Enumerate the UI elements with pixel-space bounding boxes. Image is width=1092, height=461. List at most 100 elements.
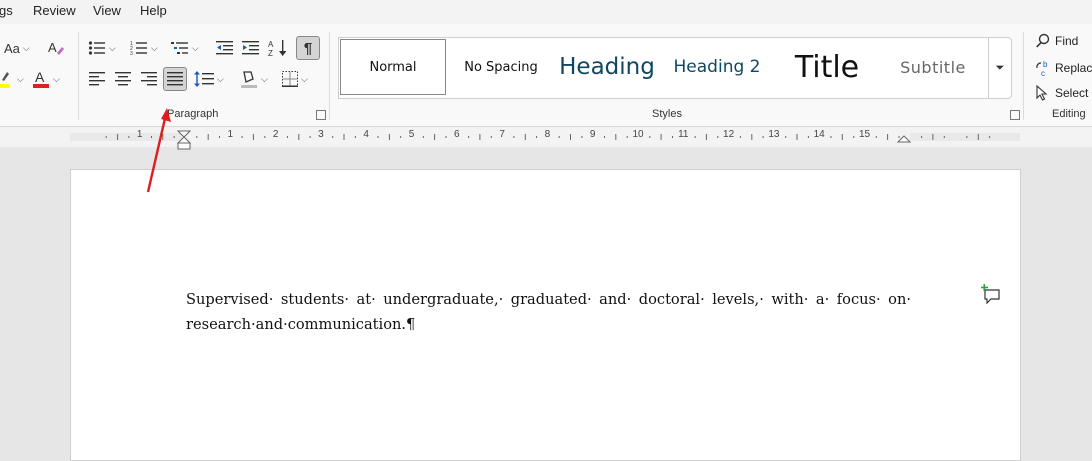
document-page[interactable]: Supervised· students· at· undergraduate,… <box>70 169 1021 461</box>
menu-help[interactable]: Help <box>140 3 167 18</box>
style-subtitle[interactable]: Subtitle <box>883 38 983 96</box>
group-separator <box>1023 32 1024 120</box>
svg-text:Z: Z <box>268 49 273 57</box>
ruler-label: 9 <box>589 129 596 140</box>
group-separator <box>329 32 330 120</box>
select-button[interactable]: Select⌵ <box>1035 85 1092 101</box>
ruler-tick <box>807 136 809 138</box>
chevron-down-icon: ⌵ <box>192 42 199 53</box>
justify-icon <box>167 72 183 86</box>
replace-button[interactable]: bc Replace <box>1035 59 1092 77</box>
style-no-spacing[interactable]: No Spacing <box>451 38 551 96</box>
numbering-button[interactable]: 1 2 3 ⌵ <box>130 37 158 59</box>
clear-formatting-icon: A <box>48 40 64 55</box>
group-separator <box>78 32 79 120</box>
font-color-button[interactable]: A ⌵ <box>32 68 60 90</box>
new-comment-icon[interactable] <box>981 284 1001 304</box>
ruler-tick <box>694 136 696 138</box>
increase-indent-button[interactable] <box>241 37 259 59</box>
document-paragraph[interactable]: Supervised· students· at· undergraduate,… <box>186 287 911 337</box>
ruler-tick <box>434 134 436 140</box>
font-color-icon: A <box>33 69 49 88</box>
numbering-icon: 123 <box>130 41 147 56</box>
ruler-tick <box>298 134 300 140</box>
ruler-tick <box>649 136 651 138</box>
show-marks-icon: ¶ <box>303 39 313 57</box>
chevron-down-icon: ⌵ <box>17 73 24 84</box>
ruler-label: 8 <box>544 129 551 140</box>
ruler-label: 10 <box>632 129 644 140</box>
svg-text:c: c <box>1041 69 1045 77</box>
decrease-indent-button[interactable] <box>215 37 233 59</box>
align-left-button[interactable] <box>88 68 106 90</box>
change-case-button[interactable]: Aa ⌵ <box>4 37 30 59</box>
chevron-down-icon: ⌵ <box>53 73 60 84</box>
ruler-label: 3 <box>318 129 324 140</box>
styles-more-button[interactable]: ⏷ <box>988 37 1012 99</box>
menu-settings-truncated[interactable]: gs <box>0 3 13 18</box>
ruler-tick <box>479 134 481 140</box>
chevron-down-icon: ⌵ <box>217 73 224 84</box>
decrease-indent-icon <box>215 41 233 55</box>
ruler-label: 5 <box>408 129 415 140</box>
align-center-button[interactable] <box>114 68 132 90</box>
ruler-tick <box>717 136 719 138</box>
ruler-tick <box>524 134 526 140</box>
ruler-tick <box>309 136 311 138</box>
style-title[interactable]: Title <box>775 38 879 96</box>
styles-dialog-launcher[interactable] <box>1010 110 1020 120</box>
more-chevron-icon: ⏷ <box>995 61 1005 74</box>
ruler-tick <box>762 136 764 138</box>
replace-icon: bc <box>1036 60 1048 77</box>
ruler-tick <box>513 136 515 138</box>
align-right-icon <box>141 72 157 86</box>
paragraph-dialog-launcher[interactable] <box>316 110 326 120</box>
svg-text:A: A <box>268 40 274 49</box>
svg-text:b: b <box>1043 60 1048 69</box>
show-formatting-marks-button[interactable]: ¶ <box>296 36 320 60</box>
find-icon <box>1036 33 1050 48</box>
annotation-arrow <box>146 108 171 193</box>
style-normal[interactable]: Normal <box>340 39 446 95</box>
menu-view[interactable]: View <box>93 3 121 18</box>
find-button[interactable]: Find <box>1035 33 1078 49</box>
shading-button[interactable]: ⌵ <box>240 68 268 90</box>
ruler-tick <box>989 136 991 138</box>
chevron-down-icon: ⌵ <box>151 42 158 53</box>
ruler-tick <box>286 136 288 138</box>
chevron-down-icon: ⌵ <box>301 73 308 84</box>
ruler-tick <box>966 136 968 138</box>
justify-button[interactable] <box>163 67 187 91</box>
ruler-tick <box>219 136 220 138</box>
ruler-tick <box>332 136 334 138</box>
style-heading-2-label: Heading 2 <box>673 57 761 77</box>
multilevel-list-button[interactable]: ⌵ <box>171 37 199 59</box>
ruler-tick <box>445 136 447 138</box>
ruler-label: 2 <box>272 129 279 140</box>
right-indent-marker-icon[interactable] <box>897 133 911 143</box>
ruler-tick <box>751 134 753 140</box>
align-right-button[interactable] <box>140 68 158 90</box>
line-spacing-icon <box>194 71 214 87</box>
ruler-label: 13 <box>768 129 780 140</box>
highlight-color-button[interactable]: ⌵ <box>0 68 24 90</box>
style-heading-2[interactable]: Heading 2 <box>663 38 771 96</box>
ruler-tick <box>830 136 832 138</box>
borders-button[interactable]: ⌵ <box>282 68 308 90</box>
ruler-tick <box>875 136 877 138</box>
find-label: Find <box>1055 34 1079 48</box>
sort-button[interactable]: AZ <box>268 37 288 59</box>
menu-review[interactable]: Review <box>33 3 76 18</box>
bullets-button[interactable]: ⌵ <box>88 37 116 59</box>
ruler-tick <box>672 136 673 138</box>
ruler-tick <box>943 136 945 138</box>
style-normal-label: Normal <box>369 59 417 75</box>
ruler-label: 12 <box>723 129 735 140</box>
line-spacing-button[interactable]: ⌵ <box>194 68 224 90</box>
svg-text:A: A <box>48 40 57 55</box>
ruler-tick <box>977 134 979 140</box>
style-heading[interactable]: Heading <box>555 38 659 96</box>
clear-formatting-button[interactable]: A <box>46 37 66 59</box>
increase-indent-icon <box>241 41 259 55</box>
sort-icon: AZ <box>268 40 287 57</box>
